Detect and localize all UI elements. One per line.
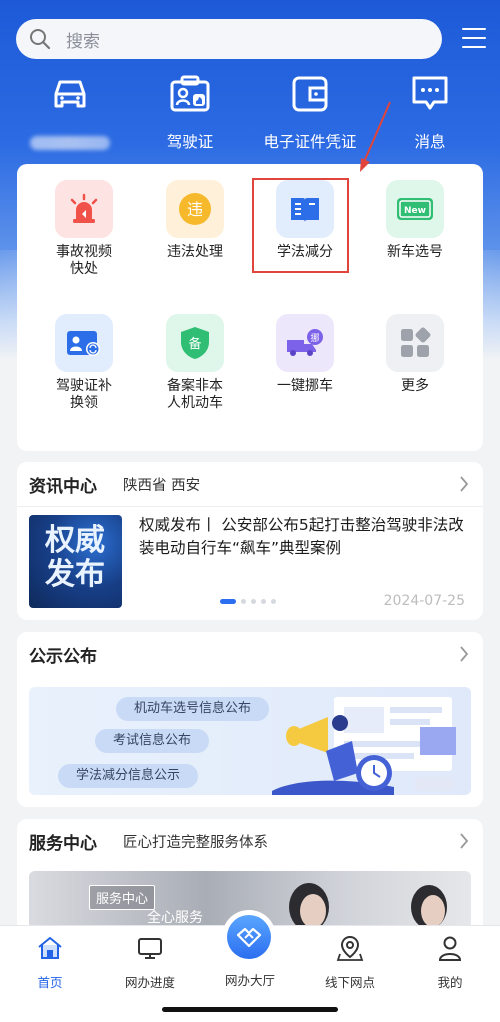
center-hall-button[interactable] bbox=[222, 910, 276, 964]
siren-icon bbox=[70, 193, 98, 223]
service-slogan: 全心服务 bbox=[147, 910, 203, 926]
news-title: 资讯中心 bbox=[29, 476, 97, 497]
grid-label-text: 事故视频 快处 bbox=[56, 244, 112, 277]
chevron-right-icon bbox=[460, 833, 469, 849]
drivers-license-icon bbox=[170, 75, 210, 112]
public-header[interactable]: 公示公布 bbox=[17, 632, 483, 676]
message-icon bbox=[412, 76, 448, 110]
grid-label: 更多 bbox=[401, 378, 429, 394]
new-plate-icon: New bbox=[397, 198, 433, 220]
search-bar[interactable]: 搜索 bbox=[16, 19, 442, 59]
news-thumbnail[interactable]: 权威 发布 bbox=[29, 515, 122, 608]
tow-truck-icon: 挪 bbox=[287, 329, 323, 356]
shield-record-icon: 备 bbox=[181, 327, 209, 359]
tab-label: 网办大厅 bbox=[224, 973, 275, 988]
tab-hall[interactable]: 网办大厅 bbox=[200, 964, 300, 989]
service-subtitle: 匠心打造完整服务体系 bbox=[123, 834, 268, 851]
tab-offline[interactable]: 线下网点 bbox=[300, 934, 400, 991]
pill-study-deduct[interactable]: 学法减分信息公示 bbox=[58, 764, 199, 788]
map-pin-icon bbox=[336, 935, 364, 961]
grid-label: 违法处理 bbox=[167, 244, 223, 260]
grid-label: 一键挪车 bbox=[277, 378, 333, 394]
new-plate-glyph: New bbox=[404, 206, 426, 216]
news-card: 资讯中心 陕西省 西安 权威 发布 权威发布丨 公安部公布5起打击整治驾驶非法改… bbox=[17, 462, 483, 620]
violation-glyph: 违 bbox=[187, 200, 203, 219]
public-title: 公示公布 bbox=[29, 646, 97, 667]
thumb-line: 发布 bbox=[45, 557, 105, 592]
service-header[interactable]: 服务中心 匠心打造完整服务体系 bbox=[17, 819, 483, 863]
tab-mine[interactable]: 我的 bbox=[400, 934, 500, 991]
service-title: 服务中心 bbox=[29, 833, 97, 854]
home-indicator bbox=[162, 1007, 338, 1012]
chevron-right-icon bbox=[460, 646, 469, 662]
tab-label: 线下网点 bbox=[324, 975, 375, 990]
grid-label: 事故视频 快处 bbox=[29, 244, 139, 278]
quick-label: 驾驶证 bbox=[166, 133, 214, 151]
handshake-icon bbox=[236, 927, 262, 948]
quick-vehicle[interactable] bbox=[10, 72, 130, 150]
vehicle-plate-blurred bbox=[30, 136, 110, 150]
grid-item-license-replace[interactable]: 驾驶证补 换领 bbox=[29, 314, 139, 412]
news-date: 2024-07-25 bbox=[383, 593, 465, 609]
public-banner[interactable]: 机动车选号信息公布 考试信息公布 学法减分信息公示 bbox=[29, 687, 471, 795]
grid-item-more[interactable]: 更多 bbox=[360, 314, 470, 395]
car-icon bbox=[54, 80, 86, 108]
grid-label-text: 备案非本 人机动车 bbox=[167, 378, 223, 411]
service-tag: 服务中心 bbox=[89, 885, 156, 910]
news-location: 陕西省 西安 bbox=[123, 477, 201, 494]
service-grid-card: 事故视频 快处 违 违法处理 学法减分 New 新车选号 驾驶证补 换领 备 备… bbox=[17, 164, 483, 451]
grid-item-move-car[interactable]: 挪 一键挪车 bbox=[250, 314, 360, 395]
more-grid-icon bbox=[401, 327, 431, 357]
thumb-line: 权威 bbox=[45, 523, 105, 558]
grid-label-text: 驾驶证补 换领 bbox=[56, 378, 112, 411]
grid-label: 新车选号 bbox=[387, 244, 443, 260]
grid-item-record-vehicle[interactable]: 备 备案非本 人机动车 bbox=[140, 314, 250, 412]
quick-actions: 驾驶证 电子证件凭证 消息 bbox=[0, 72, 500, 152]
grid-item-accident[interactable]: 事故视频 快处 bbox=[29, 180, 139, 278]
pill-exam-info[interactable]: 考试信息公布 bbox=[95, 729, 210, 753]
tab-progress[interactable]: 网办进度 bbox=[100, 934, 200, 991]
menu-icon[interactable] bbox=[462, 28, 486, 48]
shield-record-glyph: 备 bbox=[188, 336, 201, 352]
annotation-highlight bbox=[252, 178, 349, 273]
wallet-icon bbox=[292, 76, 328, 112]
monitor-icon bbox=[138, 938, 162, 959]
pill-plate-selection[interactable]: 机动车选号信息公布 bbox=[116, 697, 270, 721]
grid-item-violation[interactable]: 违 违法处理 bbox=[140, 180, 250, 261]
grid-label: 驾驶证补 换领 bbox=[29, 378, 139, 412]
tab-home[interactable]: 首页 bbox=[0, 934, 100, 991]
user-icon bbox=[438, 936, 462, 961]
quick-drivers-license[interactable]: 驾驶证 bbox=[130, 72, 250, 152]
search-placeholder: 搜索 bbox=[66, 31, 100, 52]
license-replace-icon bbox=[67, 331, 100, 356]
grid-item-new-plate[interactable]: New 新车选号 bbox=[360, 180, 470, 261]
annotation-arrow bbox=[360, 101, 391, 172]
tab-label: 首页 bbox=[37, 975, 63, 990]
announcement-illustration bbox=[272, 697, 456, 795]
news-headline[interactable]: 权威发布丨 公安部公布5起打击整治驾驶非法改装电动自行车“飙车”典型案例 bbox=[139, 514, 469, 560]
tab-label: 我的 bbox=[437, 975, 463, 990]
tab-label: 网办进度 bbox=[124, 975, 175, 990]
public-card: 公示公布 机动车选号信息公布 考试信息公布 学法减分信息公示 bbox=[17, 632, 483, 807]
news-header[interactable]: 资讯中心 陕西省 西安 bbox=[17, 462, 483, 506]
violation-icon: 违 bbox=[179, 193, 211, 225]
home-icon bbox=[38, 937, 62, 959]
chevron-right-icon bbox=[460, 476, 469, 492]
carousel-dots bbox=[220, 599, 276, 604]
search-icon bbox=[30, 29, 51, 50]
grid-label: 备案非本 人机动车 bbox=[140, 378, 250, 412]
tow-truck-glyph: 挪 bbox=[310, 332, 319, 344]
